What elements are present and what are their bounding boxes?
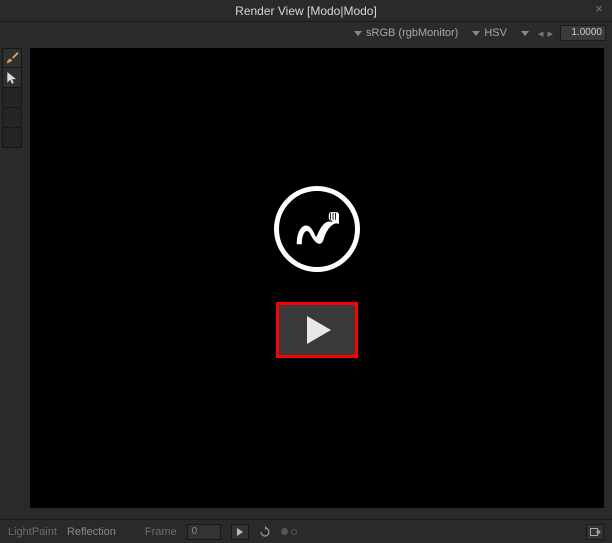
frame-field[interactable]: 0 bbox=[187, 524, 221, 540]
channel-label: Reflection bbox=[67, 526, 116, 538]
color-profile-label: sRGB (rgbMonitor) bbox=[366, 27, 458, 39]
play-button[interactable] bbox=[231, 524, 249, 540]
render-viewport bbox=[30, 48, 604, 508]
channel-dropdown[interactable]: Reflection bbox=[67, 526, 121, 538]
chevron-down-icon bbox=[354, 31, 362, 36]
refresh-button[interactable] bbox=[259, 526, 271, 538]
start-render-button[interactable] bbox=[276, 302, 358, 358]
render-slots bbox=[281, 528, 297, 535]
slot-dot[interactable] bbox=[281, 528, 288, 535]
chevron-down-icon bbox=[521, 31, 529, 36]
option-bar: sRGB (rgbMonitor) HSV ◂ ▸ 1.0000 bbox=[0, 22, 612, 44]
play-icon bbox=[237, 528, 243, 536]
color-profile-dropdown[interactable]: sRGB (rgbMonitor) bbox=[350, 26, 462, 40]
refresh-icon bbox=[259, 526, 271, 538]
options-dropdown[interactable] bbox=[517, 30, 531, 37]
color-model-label: HSV bbox=[484, 27, 507, 39]
window-title: Render View [Modo|Modo] bbox=[235, 4, 377, 18]
mode-label: LightPaint bbox=[8, 526, 57, 538]
titlebar: Render View [Modo|Modo] × bbox=[0, 0, 612, 22]
color-model-dropdown[interactable]: HSV bbox=[468, 26, 511, 40]
bottom-bar: LightPaint Reflection Frame 0 bbox=[0, 519, 612, 543]
brush-icon bbox=[4, 50, 20, 66]
left-toolbar bbox=[2, 48, 24, 148]
tool-slot-empty[interactable] bbox=[2, 128, 22, 148]
pop-out-icon bbox=[589, 526, 601, 538]
step-next-button[interactable]: ▸ bbox=[546, 27, 554, 40]
play-icon bbox=[307, 316, 331, 344]
value-stepper: ◂ ▸ bbox=[537, 27, 554, 40]
chevron-down-icon bbox=[472, 31, 480, 36]
close-icon[interactable]: × bbox=[592, 2, 606, 16]
slot-dot[interactable] bbox=[291, 529, 297, 535]
pop-out-button[interactable] bbox=[586, 524, 604, 540]
tool-slot-empty[interactable] bbox=[2, 88, 22, 108]
cursor-tool-button[interactable] bbox=[2, 68, 22, 88]
modo-logo bbox=[274, 186, 360, 272]
step-prev-button[interactable]: ◂ bbox=[537, 27, 545, 40]
cursor-icon bbox=[5, 71, 19, 85]
modo-logo-icon bbox=[290, 202, 344, 256]
frame-label: Frame bbox=[145, 526, 177, 538]
brush-tool-button[interactable] bbox=[2, 48, 22, 68]
tool-slot-empty[interactable] bbox=[2, 108, 22, 128]
exposure-field[interactable]: 1.0000 bbox=[560, 25, 606, 41]
